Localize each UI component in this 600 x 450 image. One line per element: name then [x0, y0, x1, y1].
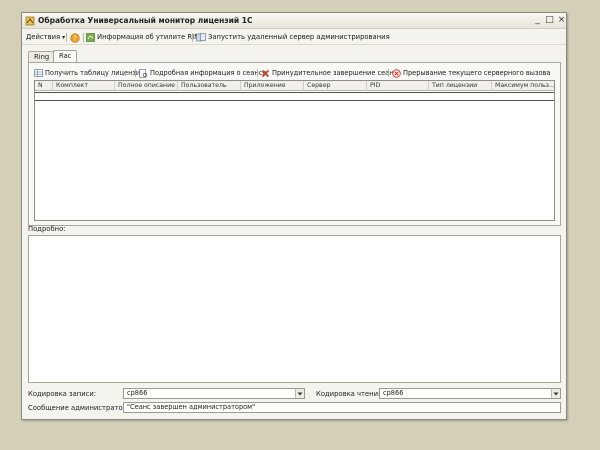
actions-menu-label: Действия: [26, 33, 61, 41]
read-encoding-select[interactable]: cp866: [379, 388, 561, 399]
window-title: Обработка Универсальный монитор лицензий…: [38, 16, 253, 25]
interrupt-call-label: Прерывание текущего серверного вызова: [403, 69, 551, 77]
close-button[interactable]: ×: [556, 15, 567, 26]
column-header-max-users[interactable]: Максимум польз...: [492, 81, 555, 91]
info-ring-label: Информация об утилите RING: [97, 33, 205, 41]
main-toolbar: Действия ▾ ? Информация об утилите RING …: [22, 30, 566, 45]
session-info-label: Подробная информация о сеансе: [150, 69, 267, 77]
session-info-button[interactable]: Подробная информация о сеансе: [139, 68, 266, 78]
column-header-application[interactable]: Приложение: [241, 81, 304, 91]
start-server-button[interactable]: Запустить удаленный сервер администриров…: [196, 32, 390, 43]
actions-menu[interactable]: Действия ▾: [26, 32, 65, 43]
toolbar-separator: [66, 33, 67, 42]
read-encoding-label: Кодировка чтения:: [316, 390, 385, 398]
rac-panel: Получить таблицу лицензий Подробная инфо…: [28, 62, 561, 226]
title-bar: Обработка Универсальный монитор лицензий…: [22, 13, 566, 29]
rac-toolbar: Получить таблицу лицензий Подробная инфо…: [34, 67, 555, 79]
details-label: Подробно:: [28, 225, 66, 233]
server-icon: [196, 33, 206, 42]
column-header-user[interactable]: Пользователь: [178, 81, 241, 91]
stop-icon: [392, 68, 401, 78]
terminate-session-label: Принудительное завершение сеанса: [272, 69, 402, 77]
admin-message-label: Сообщение администратора:: [28, 404, 134, 412]
table-icon: [34, 69, 43, 77]
processing-icon: [25, 16, 35, 26]
get-license-table-button[interactable]: Получить таблицу лицензий: [34, 68, 144, 78]
write-encoding-label: Кодировка записи:: [28, 390, 97, 398]
write-encoding-select[interactable]: cp866: [123, 388, 305, 399]
chevron-down-icon[interactable]: [295, 389, 304, 398]
toolbar-separator: [83, 33, 84, 42]
column-header-description[interactable]: Полное описание: [115, 81, 178, 91]
help-icon: ?: [70, 32, 80, 43]
toolbar-separator: [388, 69, 389, 77]
column-header-license-type[interactable]: Тип лицензии: [429, 81, 492, 91]
column-header-server[interactable]: Сервер: [304, 81, 367, 91]
terminate-session-button[interactable]: Принудительное завершение сеанса: [261, 68, 401, 78]
start-server-label: Запустить удаленный сервер администриров…: [208, 33, 390, 41]
interrupt-call-button[interactable]: Прерывание текущего серверного вызова: [392, 68, 550, 78]
chevron-down-icon: ▾: [62, 34, 66, 41]
admin-message-field[interactable]: "Сеанс завершен администратором": [123, 402, 561, 413]
table-row[interactable]: [35, 92, 554, 101]
main-window: Обработка Универсальный монитор лицензий…: [21, 12, 567, 420]
toolbar-separator: [135, 69, 136, 77]
write-encoding-value: cp866: [127, 389, 148, 397]
column-header-kit[interactable]: Комплект: [53, 81, 115, 91]
close-x-icon: [261, 69, 270, 77]
info-ring-button[interactable]: Информация об утилите RING: [86, 32, 204, 43]
admin-message-value: "Сеанс завершен администратором": [127, 403, 256, 411]
maximize-button[interactable]: □: [544, 15, 555, 26]
help-button[interactable]: ?: [70, 32, 82, 43]
minimize-button[interactable]: _: [532, 15, 543, 26]
toolbar-separator: [192, 33, 193, 42]
toolbar-separator: [257, 69, 258, 77]
column-header-pid[interactable]: PID: [367, 81, 429, 91]
details-textarea[interactable]: [28, 235, 561, 383]
table-header: N Комплект Полное описание Пользователь …: [35, 81, 555, 91]
svg-text:?: ?: [73, 34, 77, 42]
license-table[interactable]: N Комплект Полное описание Пользователь …: [34, 80, 555, 221]
column-header-n[interactable]: N: [35, 81, 53, 91]
info-icon: [86, 33, 95, 42]
get-license-table-label: Получить таблицу лицензий: [45, 69, 145, 77]
chevron-down-icon[interactable]: [551, 389, 560, 398]
read-encoding-value: cp866: [383, 389, 404, 397]
document-search-icon: [139, 68, 148, 78]
